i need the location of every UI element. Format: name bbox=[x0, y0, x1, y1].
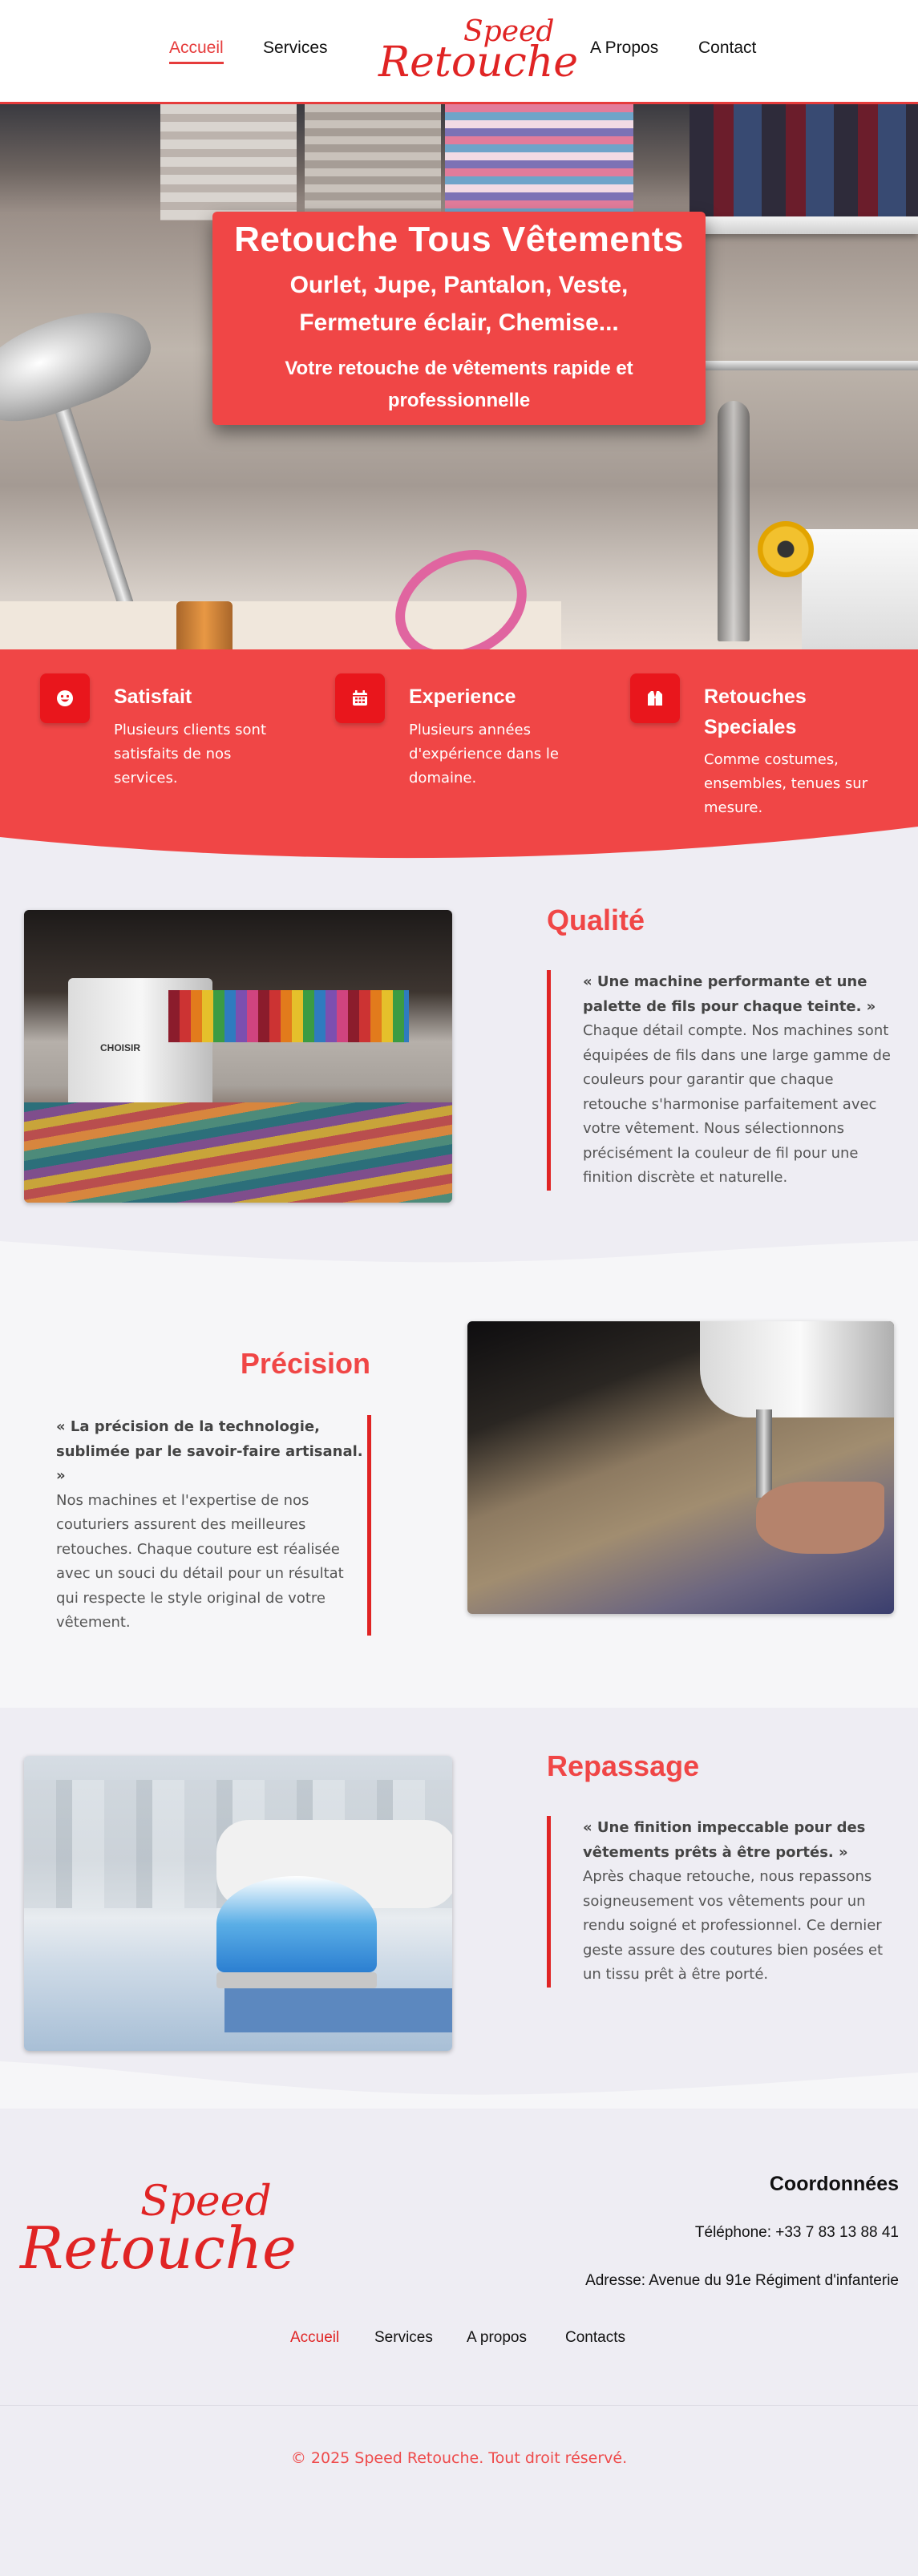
feature-title: Experience bbox=[409, 685, 516, 708]
nav-contact[interactable]: Contact bbox=[698, 38, 756, 58]
calendar-icon bbox=[335, 673, 385, 723]
features-band: Satisfait Plusieurs clients sont satisfa… bbox=[0, 649, 918, 863]
hero-section: Retouche Tous Vêtements Ourlet, Jupe, Pa… bbox=[0, 104, 918, 649]
sewing-machine-threads-image: CHOISIR bbox=[24, 910, 452, 1203]
features-wave bbox=[0, 827, 918, 863]
footer-link-contacts[interactable]: Contacts bbox=[565, 2329, 625, 2347]
hero-subtitle: Ourlet, Jupe, Pantalon, Veste, Fermeture… bbox=[289, 272, 629, 336]
logo-retouche: Retouche bbox=[378, 38, 579, 87]
section-text: « Une machine performante et une palette… bbox=[547, 970, 900, 1191]
section-body: Nos machines et l'expertise de nos coutu… bbox=[56, 1491, 344, 1632]
feature-title: Satisfait bbox=[114, 685, 192, 708]
site-header: Accueil Services Speed Retouche A Propos… bbox=[0, 0, 918, 104]
section-wave bbox=[0, 1241, 918, 1272]
section-text: « Une finition impeccable pour des vêtem… bbox=[547, 1816, 900, 1988]
footer-logo[interactable]: Speed Retouche bbox=[20, 2181, 297, 2293]
smile-icon bbox=[40, 673, 90, 723]
section-title: Précision bbox=[240, 1347, 370, 1380]
section-quote: « La précision de la technologie, sublim… bbox=[56, 1418, 363, 1484]
hero-title: Retouche Tous Vêtements bbox=[234, 220, 684, 259]
section-repassage: Repassage « Une finition impeccable pour… bbox=[0, 1708, 918, 2109]
copyright-text: © 2025 Speed Retouche. Tout droit réserv… bbox=[290, 2449, 628, 2467]
site-footer: Speed Retouche Coordonnées Téléphone: +3… bbox=[0, 2109, 918, 2576]
nav-accueil[interactable]: Accueil bbox=[169, 38, 224, 64]
section-wave bbox=[0, 2061, 918, 2109]
address-text: Adresse: Avenue du 91e Régiment d'infant… bbox=[585, 2272, 899, 2289]
section-title: Qualité bbox=[547, 904, 645, 936]
suit-icon bbox=[630, 673, 680, 723]
machine-brand-label: CHOISIR bbox=[100, 1042, 141, 1053]
feature-desc: Comme costumes, ensembles, tenues sur me… bbox=[704, 751, 868, 816]
iron-image bbox=[24, 1756, 452, 2051]
feature-desc: Plusieurs années d'expérience dans le do… bbox=[409, 722, 559, 787]
feature-desc: Plusieurs clients sont satisfaits de nos… bbox=[114, 722, 267, 787]
section-precision: Précision « La précision de la technolog… bbox=[0, 1271, 918, 1708]
section-quote: « Une machine performante et une palette… bbox=[583, 973, 876, 1015]
header-logo[interactable]: Speed Retouche bbox=[377, 14, 578, 91]
logo-retouche: Retouche bbox=[20, 2214, 297, 2282]
needle-fabric-image bbox=[467, 1321, 894, 1614]
section-qualite: CHOISIR Qualité « Une machine performant… bbox=[0, 862, 918, 1272]
section-body: Après chaque retouche, nous repassons so… bbox=[583, 1868, 884, 1983]
footer-link-a-propos[interactable]: A propos bbox=[467, 2329, 527, 2347]
nav-a-propos[interactable]: A Propos bbox=[590, 38, 658, 58]
nav-services[interactable]: Services bbox=[263, 38, 328, 58]
section-title: Repassage bbox=[547, 1749, 700, 1782]
footer-link-services[interactable]: Services bbox=[374, 2329, 433, 2347]
footer-divider bbox=[0, 2405, 918, 2406]
phone-text[interactable]: Téléphone: +33 7 83 13 88 41 bbox=[695, 2224, 899, 2242]
hero-tagline: Votre retouche de vêtements rapide et pr… bbox=[285, 358, 633, 411]
feature-title: Retouches Speciales bbox=[704, 685, 807, 738]
hero-banner: Retouche Tous Vêtements Ourlet, Jupe, Pa… bbox=[212, 212, 706, 425]
section-text: « La précision de la technologie, sublim… bbox=[56, 1415, 371, 1636]
section-body: Chaque détail compte. Nos machines sont … bbox=[583, 1022, 891, 1186]
footer-link-accueil[interactable]: Accueil bbox=[290, 2329, 339, 2347]
coordinates-title: Coordonnées bbox=[769, 2173, 899, 2195]
section-quote: « Une finition impeccable pour des vêtem… bbox=[583, 1819, 866, 1861]
